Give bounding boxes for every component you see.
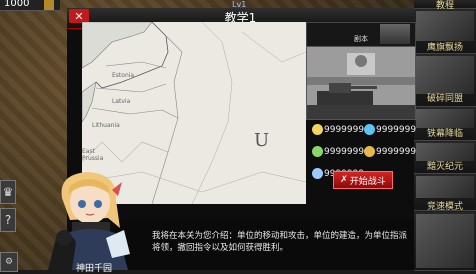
character-name: 神田千园: [76, 264, 113, 274]
map-label-latvia: Latvia: [112, 98, 131, 105]
menu-item-label: 鹰旗飘扬: [426, 43, 463, 53]
menu-item-broken-alliance[interactable]: 破碎同盟: [414, 54, 476, 107]
menu-item-speed-mode[interactable]: 竞速模式: [414, 174, 476, 212]
help-button[interactable]: ?: [0, 208, 16, 232]
menu-item-iron-curtain[interactable]: 铁幕降临: [414, 107, 476, 141]
resource-value: 9999999: [324, 147, 365, 157]
medal-icon: [312, 168, 323, 179]
map-label-u: U: [254, 130, 270, 151]
oil-icon: [312, 146, 323, 157]
menu-item-label: 破碎同盟: [426, 94, 463, 104]
resource-value: 1000: [4, 0, 30, 9]
resource-value: 9999999: [376, 125, 417, 135]
resource-coin: 9999999: [312, 124, 364, 135]
menu-item-extra[interactable]: [414, 212, 476, 271]
coin-icon: [312, 124, 323, 135]
close-button[interactable]: ✕: [69, 9, 89, 23]
menu-item-dark-era[interactable]: 黯灭纪元: [414, 141, 476, 174]
mission-photo: [306, 46, 416, 120]
mission-label: 剧本: [354, 35, 368, 43]
resource-oil: 9999999: [312, 146, 364, 157]
map-label-lithuania: Lithuania: [92, 122, 120, 129]
menu-thumbnail: [416, 11, 474, 41]
menu-item-label: 黯灭纪元: [426, 162, 463, 172]
menu-thumbnail: [416, 176, 474, 198]
settings-button[interactable]: ⚙: [0, 252, 18, 272]
close-icon: ✕: [74, 9, 84, 23]
resource-gold: 9999999: [364, 146, 416, 157]
menu-item-eagle-flag[interactable]: 鹰旗飘扬: [414, 9, 476, 54]
resource-icon: [44, 0, 54, 10]
resource-gem: 9999999: [364, 124, 416, 135]
gem-icon: [364, 124, 375, 135]
menu-item-tutorial[interactable]: 教程: [414, 0, 476, 11]
menu-item-label: 铁幕降临: [426, 129, 463, 139]
resource-value: 9999999: [376, 147, 417, 157]
menu-thumbnail: [416, 56, 474, 94]
start-battle-label: 开始战斗: [349, 176, 386, 187]
crossed-swords-icon: ✗: [340, 175, 348, 185]
gold-icon: [364, 146, 375, 157]
menu-thumbnail: [416, 214, 474, 268]
trophy-icon: ♛: [2, 185, 14, 199]
dialog-text: 我将在本关为您介绍：单位的移动和攻击，单位的建造，为单位指派将领，撤回指令以及如…: [152, 231, 408, 253]
mission-thumbnail: [380, 24, 410, 44]
menu-item-label: 竞速模式: [426, 202, 463, 212]
question-icon: ?: [4, 213, 12, 227]
tank-photo-graphic: [307, 47, 415, 119]
gear-icon: ⚙: [4, 257, 14, 267]
character-graphic: [48, 172, 130, 270]
start-battle-button[interactable]: ✗ 开始战斗: [333, 171, 393, 189]
character-portrait: [48, 168, 136, 270]
trophy-button[interactable]: ♛: [0, 180, 16, 204]
map-label-estonia: Estonia: [112, 72, 135, 79]
resource-value: 9999999: [324, 125, 365, 135]
map-label-east-prussia: East Prussia: [82, 148, 104, 162]
campaign-menu: 教程 鹰旗飘扬 破碎同盟 铁幕降临 黯灭纪元 竞速模式: [414, 0, 476, 271]
